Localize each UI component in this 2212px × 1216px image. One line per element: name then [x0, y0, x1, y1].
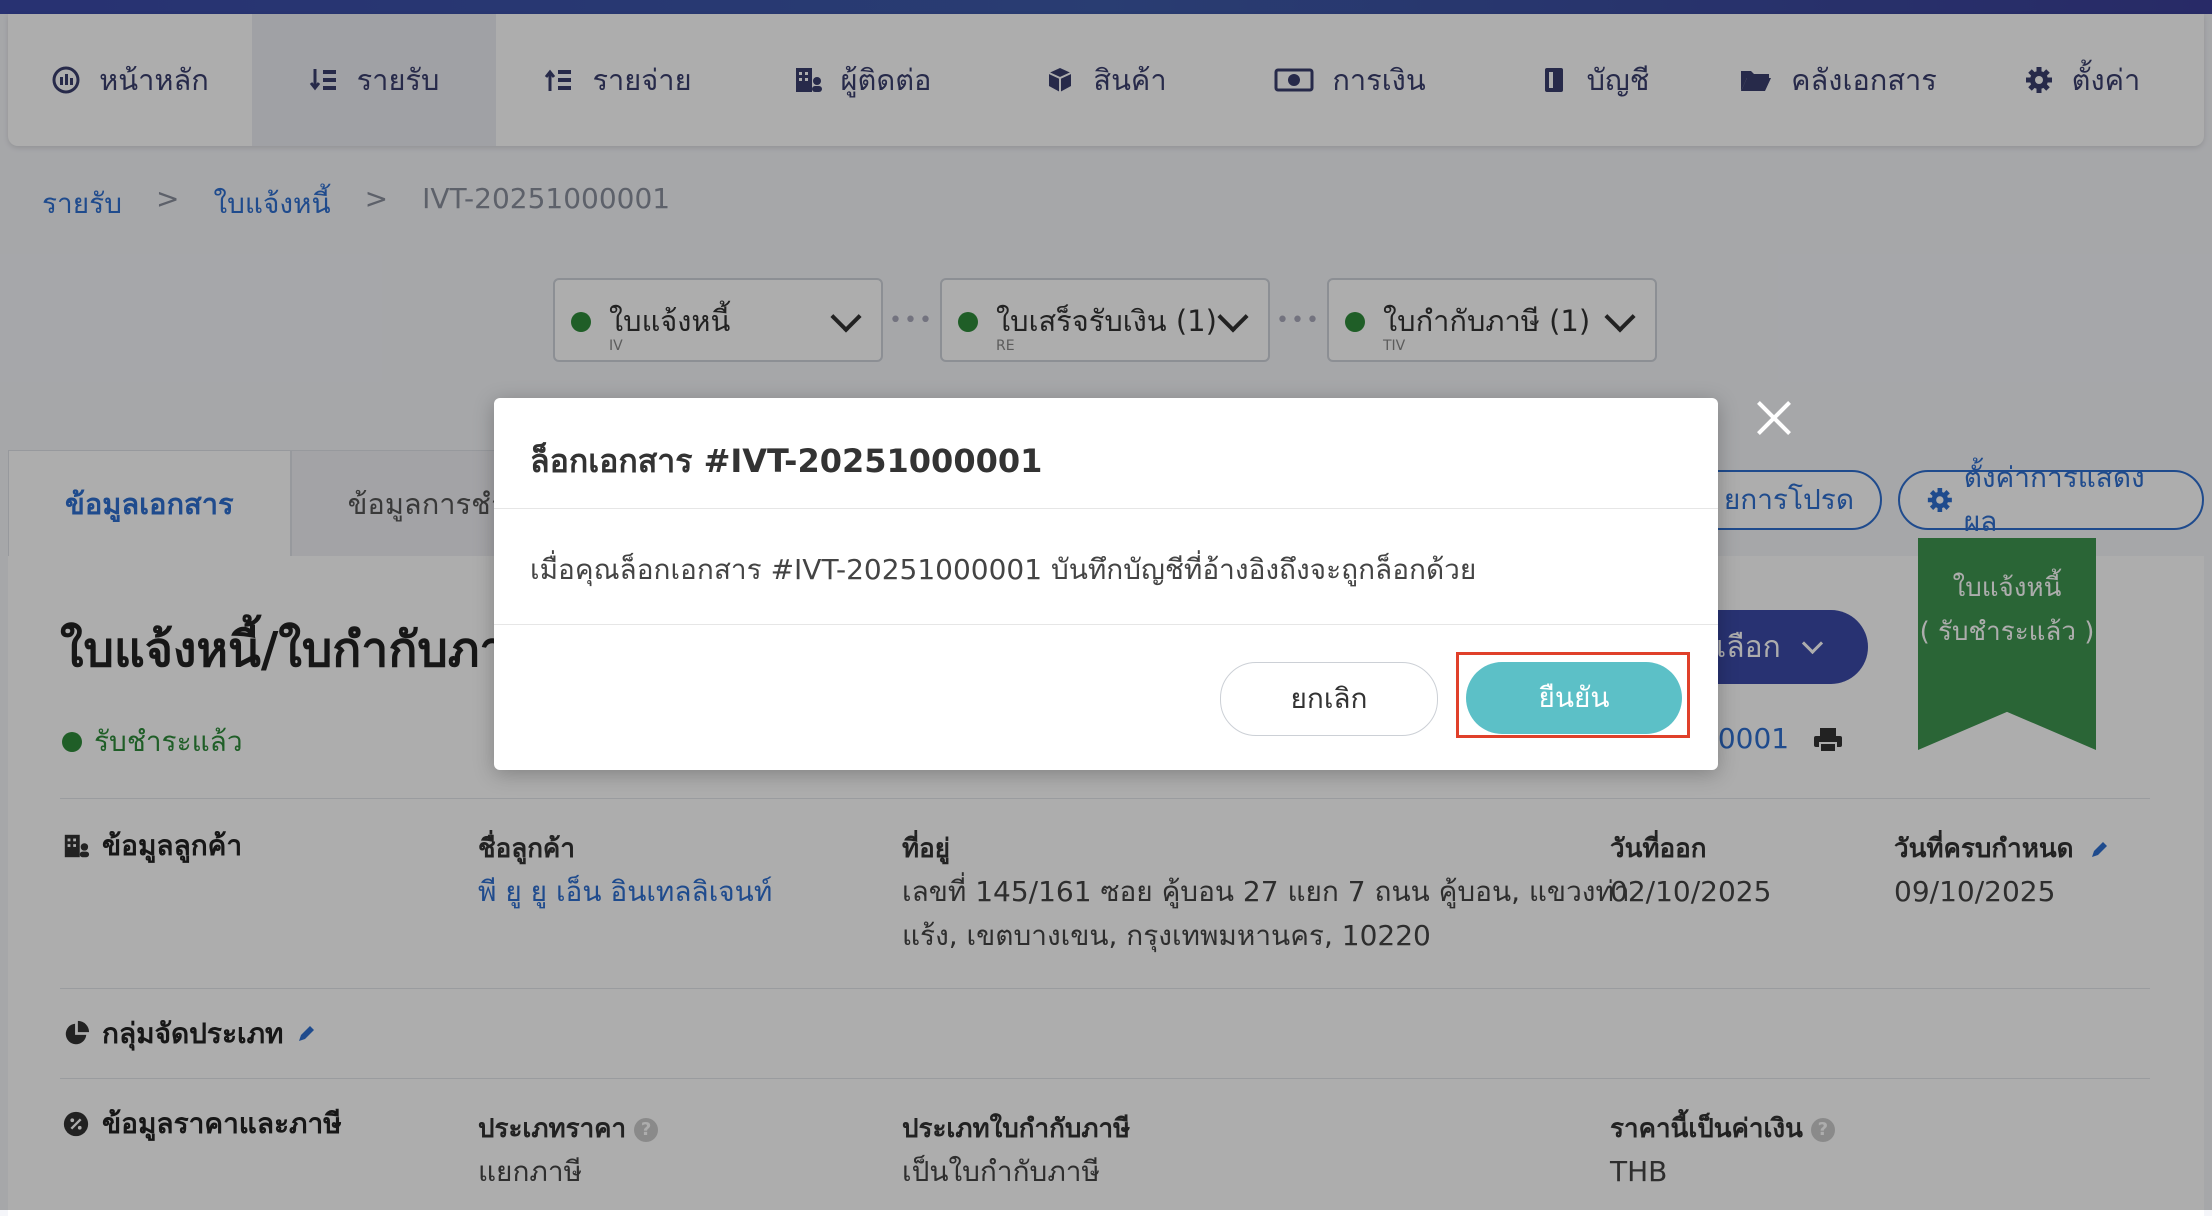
cancel-button[interactable]: ยกเลิก [1220, 662, 1438, 736]
dialog-title: ล็อกเอกสาร #IVT-20251000001 [530, 442, 1043, 480]
lock-document-dialog: ล็อกเอกสาร #IVT-20251000001 เมื่อคุณล็อก… [494, 398, 1718, 770]
dialog-message: เมื่อคุณล็อกเอกสาร #IVT-20251000001 บันท… [530, 553, 1477, 586]
highlight-box [1456, 652, 1690, 738]
dialog-divider [494, 624, 1718, 625]
dialog-divider [494, 508, 1718, 509]
close-icon[interactable] [1754, 398, 1794, 438]
